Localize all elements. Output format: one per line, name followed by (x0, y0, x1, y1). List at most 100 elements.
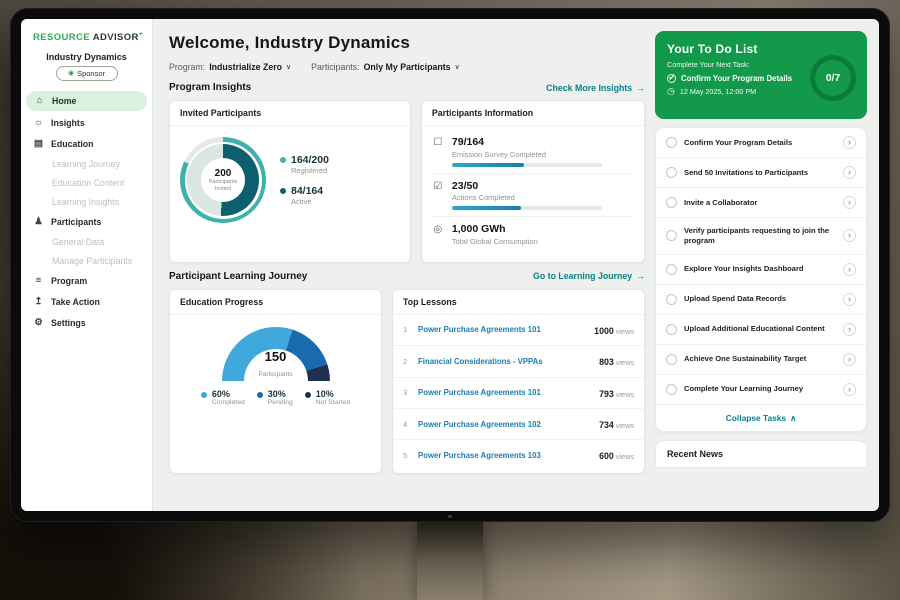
lesson-title-link[interactable]: Power Purchase Agreements 103 (418, 451, 591, 460)
legend-value: 164/200 (291, 154, 329, 166)
go-to-learning-journey-link[interactable]: Go to Learning Journey → (533, 271, 645, 281)
sidebar-item[interactable]: ▤ Education (21, 133, 152, 154)
task-label: Achieve One Sustainability Target (684, 354, 836, 364)
lesson-rank: 1 (403, 325, 410, 334)
info-label: Emission Survey Completed (452, 150, 634, 159)
task-row[interactable]: Upload Additional Educational Content › (656, 315, 866, 345)
lesson-row[interactable]: 4 Power Purchase Agreements 102 734views (393, 409, 644, 440)
lesson-row[interactable]: 1 Power Purchase Agreements 101 1000view… (393, 315, 644, 346)
chevron-down-icon: ∨ (286, 63, 291, 71)
lesson-title-link[interactable]: Power Purchase Agreements 101 (418, 388, 591, 397)
task-row[interactable]: Complete Your Learning Journey › (656, 375, 866, 405)
task-row[interactable]: Upload Spend Data Records › (656, 285, 866, 315)
donut-legend: 164/200 Registered 84/164 Active (280, 149, 329, 211)
invited-participants-card: Invited Participants 200 Participants In… (169, 100, 411, 263)
sidebar-item[interactable]: ↥ Take Action (21, 291, 152, 312)
info-row: ◎ 1,000 GWh Total Global Consumption (432, 217, 634, 256)
chevron-right-icon[interactable]: › (843, 293, 856, 306)
legend-item: 60% Completed (201, 389, 245, 406)
legend-item: 84/164 Active (280, 185, 329, 206)
logo-plus: + (139, 31, 144, 38)
check-more-insights-link[interactable]: Check More Insights → (546, 83, 645, 93)
task-label: Verify participants requesting to join t… (684, 226, 836, 246)
lesson-row[interactable]: 5 Power Purchase Agreements 103 600views (393, 440, 644, 470)
task-checkbox[interactable] (666, 167, 677, 178)
task-row[interactable]: Verify participants requesting to join t… (656, 218, 866, 255)
sidebar-item[interactable]: ♟ Participants (21, 211, 152, 232)
info-value: 23/50 (452, 180, 634, 193)
sidebar-item[interactable]: Learning Insights (21, 192, 152, 211)
chevron-right-icon[interactable]: › (843, 229, 856, 242)
program-filter-dropdown[interactable]: Program: Industrialize Zero ∨ (169, 62, 291, 72)
task-checkbox[interactable] (666, 197, 677, 208)
program-insights-header: Program Insights Check More Insights → (169, 82, 645, 93)
task-row[interactable]: Explore Your Insights Dashboard › (656, 255, 866, 285)
card-title: Participants Information (422, 101, 644, 126)
chevron-right-icon[interactable]: › (843, 136, 856, 149)
task-checkbox[interactable] (666, 324, 677, 335)
sidebar-item[interactable]: ⚙ Settings (21, 312, 152, 333)
lesson-title-link[interactable]: Power Purchase Agreements 102 (418, 420, 591, 429)
task-row[interactable]: Confirm Your Program Details › (656, 128, 866, 158)
logo-resource: RESOURCE (33, 32, 90, 43)
recent-news-card: Recent News (655, 440, 867, 468)
arrow-right-icon: → (636, 271, 645, 281)
gauge-center: 150 Participants (222, 350, 330, 381)
program-filter-label: Program: (169, 62, 205, 72)
lesson-title-link[interactable]: Power Purchase Agreements 101 (418, 325, 586, 334)
filter-bar: Program: Industrialize Zero ∨ Participan… (169, 62, 645, 72)
chevron-right-icon[interactable]: › (843, 383, 856, 396)
sidebar-item[interactable]: Learning Journey (21, 154, 152, 173)
participants-filter-label: Participants: (311, 62, 359, 72)
info-label: Total Global Consumption (452, 237, 634, 246)
legend-label: Active (291, 197, 323, 206)
lesson-views-count: 1000 (594, 326, 614, 336)
task-label: Send 50 Invitations to Participants (684, 168, 836, 178)
task-list-card: Confirm Your Program Details › Send 50 I… (655, 127, 867, 432)
sidebar-nav: ⌂ Home ☼ Insights ▤ Education Learning J… (21, 91, 152, 333)
task-checkbox[interactable] (666, 264, 677, 275)
chevron-right-icon[interactable]: › (843, 166, 856, 179)
link-label: Check More Insights (546, 83, 632, 93)
sidebar-item-label: Learning Journey (52, 159, 120, 169)
sidebar-item[interactable]: ☼ Insights (21, 112, 152, 133)
recent-news-title: Recent News (667, 449, 723, 459)
invited-donut-main: 200 Participants Invited (187, 144, 259, 216)
task-row[interactable]: Send 50 Invitations to Participants › (656, 158, 866, 188)
task-checkbox[interactable] (666, 294, 677, 305)
learning-cards-row: Education Progress 150 Participants (169, 289, 645, 474)
sidebar-item[interactable]: ⌂ Home (26, 91, 147, 111)
task-checkbox[interactable] (666, 384, 677, 395)
sidebar-item[interactable]: General Data (21, 232, 152, 251)
content-area: Welcome, Industry Dynamics Program: Indu… (153, 19, 879, 511)
legend-dot (280, 157, 286, 163)
task-list: Confirm Your Program Details › Send 50 I… (656, 128, 866, 405)
sidebar-item-label: Home (52, 96, 76, 106)
task-checkbox[interactable] (666, 354, 677, 365)
task-row[interactable]: Invite a Collaborator › (656, 188, 866, 218)
lesson-title-link[interactable]: Financial Considerations - VPPAs (418, 357, 591, 366)
settings-icon: ⚙ (33, 318, 44, 328)
insights-icon: ☼ (33, 118, 44, 128)
chevron-right-icon[interactable]: › (843, 263, 856, 276)
todo-due-label: 12 May 2025, 12:00 PM (680, 87, 756, 96)
lesson-row[interactable]: 3 Power Purchase Agreements 101 793views (393, 378, 644, 409)
donut-gap: 200 Participants Invited (185, 142, 262, 219)
legend-dot (280, 188, 286, 194)
sidebar-item[interactable]: Manage Participants (21, 251, 152, 270)
sidebar-item[interactable]: Education Content (21, 173, 152, 192)
home-icon: ⌂ (34, 96, 45, 106)
task-checkbox[interactable] (666, 230, 677, 241)
chevron-right-icon[interactable]: › (843, 196, 856, 209)
education-card-body: 150 Participants 60% (170, 315, 381, 416)
collapse-tasks-link[interactable]: Collapse Tasks ∧ (656, 405, 866, 431)
todo-next-task[interactable]: ✔ Confirm Your Program Details (667, 74, 803, 83)
participants-filter-dropdown[interactable]: Participants: Only My Participants ∨ (311, 62, 460, 72)
chevron-right-icon[interactable]: › (843, 353, 856, 366)
lesson-row[interactable]: 2 Financial Considerations - VPPAs 803vi… (393, 346, 644, 377)
sidebar-item-label: Take Action (51, 297, 100, 307)
sidebar-item[interactable]: ≡ Program (21, 270, 152, 291)
task-row[interactable]: Achieve One Sustainability Target › (656, 345, 866, 375)
chevron-right-icon[interactable]: › (843, 323, 856, 336)
task-checkbox[interactable] (666, 137, 677, 148)
